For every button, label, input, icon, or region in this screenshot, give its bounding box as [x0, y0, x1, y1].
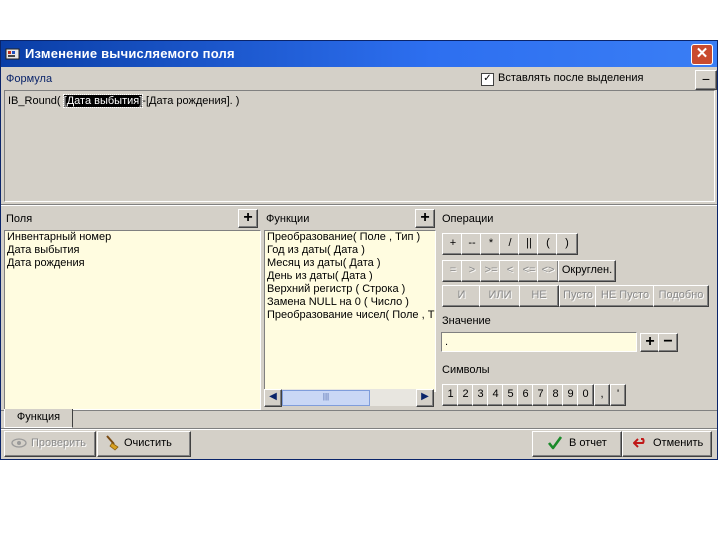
title-bar[interactable]: Изменение вычисляемого поля ✕ — [1, 41, 717, 67]
tab-bar: Функция — [1, 409, 717, 428]
minus-icon: − — [701, 71, 711, 87]
fields-header: Поля — [6, 213, 33, 225]
undo-icon — [633, 438, 645, 448]
tab-function[interactable]: Функция — [4, 409, 73, 428]
symbols-header: Символы — [442, 364, 490, 376]
clear-button-label: Очистить — [124, 437, 172, 449]
functions-hscrollbar[interactable]: ◀ ||| ▶ — [264, 389, 434, 407]
formula-editor[interactable]: IB_Round( [Дата выбытия]-[Дата рождения]… — [4, 90, 715, 202]
insert-after-selection-checkbox[interactable]: ✓ — [481, 73, 494, 86]
op-empty-button[interactable]: Пусто — [559, 285, 597, 307]
functions-header: Функции — [266, 213, 310, 225]
add-function-button[interactable]: + — [415, 209, 435, 228]
check-button[interactable]: Проверить — [4, 431, 96, 457]
scroll-left-button[interactable]: ◀ — [264, 389, 282, 407]
minus-icon: − — [663, 333, 673, 350]
op-not-empty-button[interactable]: НЕ Пусто — [595, 285, 655, 307]
list-item[interactable]: Преобразование чисел( Поле , Т — [265, 309, 435, 322]
operations-header: Операции — [442, 213, 494, 225]
formula-label: Формула — [6, 73, 53, 85]
scroll-thumb-grip: ||| — [322, 392, 330, 401]
list-item[interactable]: Преобразование( Поле , Тип ) — [265, 231, 435, 244]
clear-button[interactable]: Очистить — [97, 431, 191, 457]
window-title: Изменение вычисляемого поля — [25, 46, 235, 61]
list-item[interactable]: Дата выбытия — [5, 244, 260, 257]
splitter[interactable] — [1, 204, 717, 206]
check-button-label: Проверить — [31, 437, 87, 449]
to-report-button-label: В отчет — [569, 437, 607, 449]
insert-after-selection-label[interactable]: Вставлять после выделения — [498, 72, 643, 84]
chevron-left-icon: ◀ — [269, 391, 277, 402]
symbol-0-button[interactable]: 0 — [577, 384, 594, 406]
fields-list[interactable]: Инвентарный номер Дата выбытия Дата рожд… — [4, 230, 261, 410]
formula-text-prefix: IB_Round( — [8, 95, 64, 107]
cancel-button-label: Отменить — [653, 437, 704, 449]
plus-icon: + — [645, 333, 655, 350]
scroll-thumb[interactable]: ||| — [282, 390, 370, 406]
cancel-button[interactable]: Отменить — [622, 431, 712, 457]
symbol-quote-button[interactable]: ' — [610, 384, 626, 406]
close-button[interactable]: ✕ — [691, 44, 713, 65]
dialog-window: Изменение вычисляемого поля ✕ Формула ✓ … — [0, 40, 718, 460]
list-item[interactable]: Верхний регистр ( Строка ) — [265, 283, 435, 296]
list-item[interactable]: Замена NULL на 0 ( Число ) — [265, 296, 435, 309]
op-or-button[interactable]: ИЛИ — [479, 285, 521, 307]
value-text: . — [445, 336, 449, 348]
op-and-button[interactable]: И — [442, 285, 481, 307]
plus-icon: + — [243, 209, 253, 226]
plus-icon: + — [420, 209, 430, 226]
scroll-right-button[interactable]: ▶ — [416, 389, 434, 407]
eye-icon — [11, 438, 27, 448]
list-item[interactable]: Год из даты( Дата ) — [265, 244, 435, 257]
add-field-button[interactable]: + — [238, 209, 258, 228]
op-not-equal-button[interactable]: <> — [537, 260, 559, 282]
list-item[interactable]: Инвентарный номер — [5, 231, 260, 244]
chevron-right-icon: ▶ — [421, 391, 429, 402]
value-remove-button[interactable]: − — [658, 333, 678, 352]
bottom-separator — [1, 428, 717, 430]
broom-icon — [106, 435, 119, 451]
value-input[interactable]: . — [441, 332, 637, 352]
formula-text-selected: [Дата выбытия] — [62, 94, 144, 108]
round-button[interactable]: Округлен. — [558, 260, 616, 282]
collapse-formula-button[interactable]: − — [695, 70, 717, 90]
op-close-paren-button[interactable]: ) — [556, 233, 578, 255]
list-item[interactable]: День из даты( Дата ) — [265, 270, 435, 283]
value-header: Значение — [442, 315, 491, 327]
to-report-button[interactable]: В отчет — [532, 431, 622, 457]
app-icon — [5, 48, 20, 60]
functions-list[interactable]: Преобразование( Поле , Тип ) Год из даты… — [264, 230, 436, 392]
close-icon: ✕ — [695, 45, 709, 62]
op-not-button[interactable]: НЕ — [519, 285, 559, 307]
op-like-button[interactable]: Подобно — [653, 285, 709, 307]
checkmark-icon — [547, 436, 563, 450]
symbol-comma-button[interactable]: , — [594, 384, 610, 406]
list-item[interactable]: Дата рождения — [5, 257, 260, 270]
value-add-button[interactable]: + — [640, 333, 660, 352]
formula-text[interactable]: IB_Round( [Дата выбытия]-[Дата рождения]… — [8, 94, 240, 108]
list-item[interactable]: Месяц из даты( Дата ) — [265, 257, 435, 270]
formula-text-suffix: -[Дата рождения]. ) — [142, 95, 240, 107]
